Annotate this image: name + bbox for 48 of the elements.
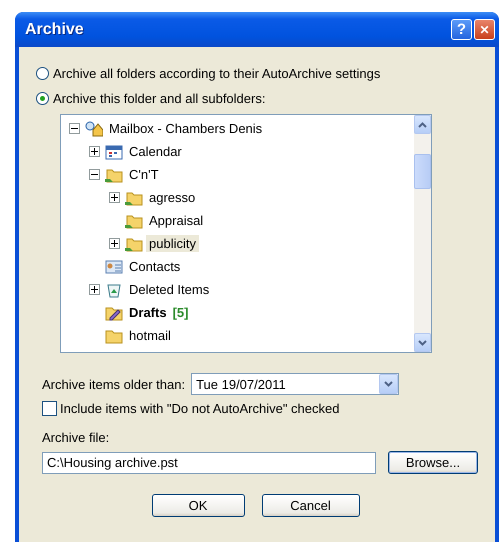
window-title: Archive bbox=[25, 20, 85, 38]
unread-count: [5] bbox=[172, 305, 188, 320]
folder-name[interactable]: C'n'T bbox=[126, 166, 162, 183]
contacts-icon bbox=[105, 258, 123, 274]
file-path-field[interactable]: C:\Housing archive.pst bbox=[42, 452, 376, 474]
folder-icon bbox=[105, 328, 123, 344]
chevron-up-icon bbox=[418, 122, 427, 128]
folder-name[interactable]: agresso bbox=[146, 189, 198, 206]
help-button[interactable]: ? bbox=[451, 19, 472, 40]
checkbox[interactable] bbox=[42, 401, 57, 416]
checkbox-label: Include items with "Do not AutoArchive" checked bbox=[60, 401, 340, 416]
collapse-icon[interactable] bbox=[89, 169, 100, 180]
radio-button[interactable] bbox=[36, 67, 49, 80]
folder-name[interactable]: Contacts bbox=[126, 258, 184, 275]
scrollbar-thumb[interactable] bbox=[414, 154, 431, 189]
folder-name[interactable]: Appraisal bbox=[146, 212, 206, 229]
recycle-bin-icon bbox=[105, 282, 123, 298]
cancel-button[interactable]: Cancel bbox=[262, 494, 360, 517]
folder-name[interactable]: Deleted Items bbox=[126, 281, 212, 298]
folder-name[interactable]: publicity bbox=[146, 235, 199, 252]
ok-button[interactable]: OK bbox=[152, 494, 244, 517]
archive-file-label: Archive file: bbox=[42, 430, 110, 445]
expand-icon[interactable] bbox=[109, 238, 120, 249]
close-button[interactable]: ✕ bbox=[474, 19, 495, 40]
chevron-down-icon bbox=[384, 381, 394, 387]
chevron-down-icon bbox=[418, 340, 427, 346]
shared-folder-icon bbox=[125, 236, 143, 252]
shared-folder-icon bbox=[105, 166, 123, 182]
expand-icon[interactable] bbox=[89, 284, 100, 295]
shared-folder-icon bbox=[125, 190, 143, 206]
date-dropdown[interactable]: Tue 19/07/2011 bbox=[191, 373, 400, 395]
browse-button[interactable]: Browse... bbox=[388, 451, 478, 474]
folder-name[interactable]: Mailbox - Chambers Denis bbox=[106, 120, 266, 137]
collapse-icon[interactable] bbox=[69, 123, 80, 134]
shared-folder-icon bbox=[125, 212, 143, 228]
mailbox-icon bbox=[85, 120, 103, 136]
calendar-icon bbox=[105, 144, 123, 160]
expand-icon[interactable] bbox=[89, 146, 100, 157]
expand-icon[interactable] bbox=[109, 192, 120, 203]
folder-name[interactable]: Drafts [5] bbox=[126, 304, 192, 321]
radio-label: Archive all folders according to their AutoArchive settings bbox=[53, 66, 380, 81]
older-than-label: Archive items older than: bbox=[42, 376, 186, 392]
folder-name[interactable]: hotmail bbox=[126, 327, 174, 344]
radio-label: Archive this folder and all subfolders: bbox=[53, 91, 266, 106]
scrollbar[interactable] bbox=[414, 115, 431, 352]
drafts-icon bbox=[105, 304, 123, 320]
radio-button[interactable] bbox=[36, 92, 49, 105]
folder-name[interactable]: Calendar bbox=[126, 143, 185, 160]
